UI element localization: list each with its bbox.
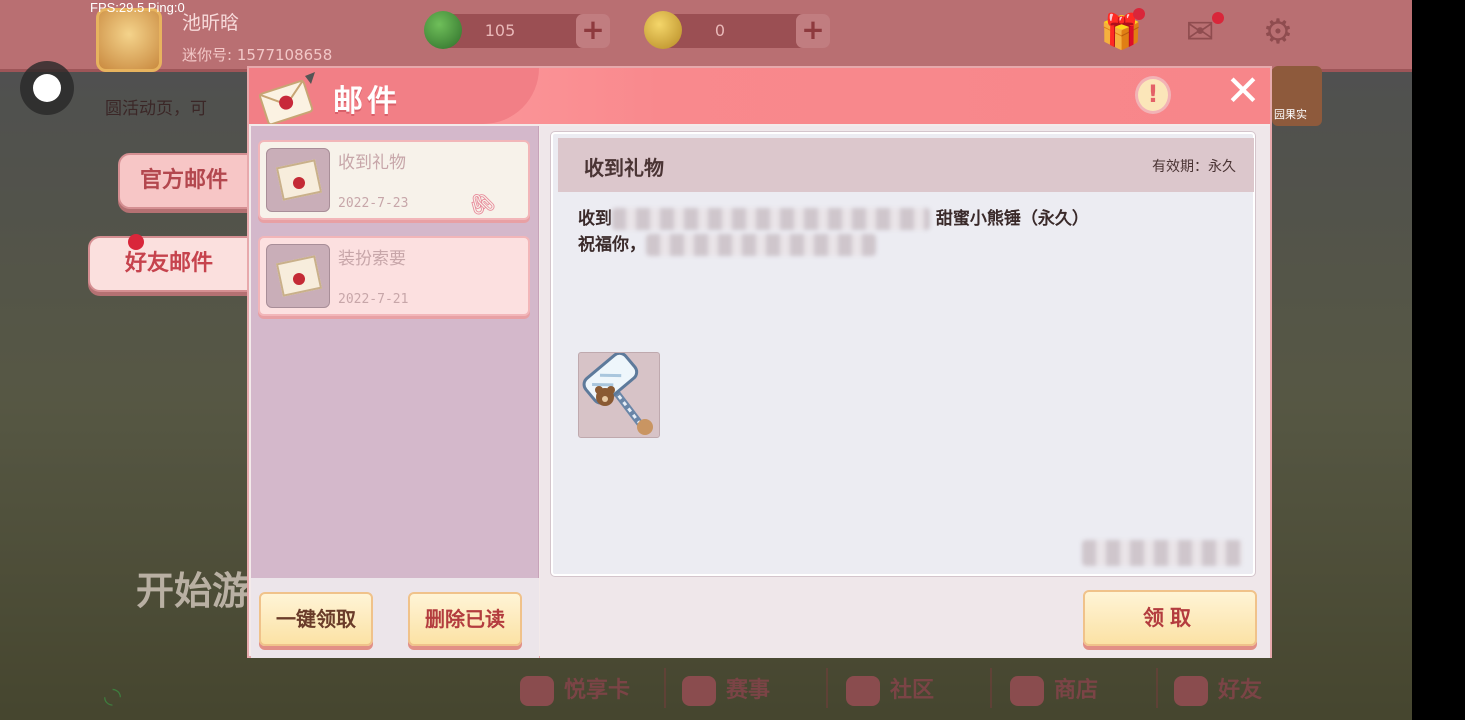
pig-icon (520, 676, 554, 706)
mail-body-line2: 祝福你， (578, 232, 1228, 258)
envelope-icon (258, 72, 315, 124)
event-banner[interactable]: 园果实 (1272, 66, 1322, 126)
bear-hammer-icon (582, 351, 653, 435)
nav-event-label: 赛事 (726, 678, 771, 703)
mail-body-prefix: 收到 (578, 209, 612, 229)
mail-date: 2022-7-21 (338, 292, 409, 307)
mail-body-line1: 收到 甜蜜小熊锤（永久） (578, 206, 1228, 232)
gear-icon[interactable]: ⚙ (1258, 12, 1298, 52)
cart-icon (1010, 676, 1044, 706)
redacted-sender (1082, 540, 1242, 566)
mail-date: 2022-7-23 (338, 196, 409, 211)
paperclip-icon: 🖇 (463, 186, 501, 223)
mail-notification-dot (1212, 12, 1224, 24)
mail-body: 收到 甜蜜小熊锤（永久） 祝福你， (578, 206, 1228, 258)
mail-detail-header: 收到礼物 有效期：永久 (558, 138, 1254, 192)
gift-notification-dot (1133, 8, 1145, 20)
redacted-text (646, 234, 876, 256)
friend-mail-notification-dot (128, 234, 144, 250)
nav-shop-label: 商店 (1054, 678, 1099, 703)
nav-card-label: 悦享卡 (564, 678, 631, 703)
mail-body-item: 甜蜜小熊锤（永久） (935, 209, 1089, 229)
screen-edge (1412, 0, 1465, 720)
info-button[interactable]: ! (1135, 76, 1171, 114)
claim-button[interactable]: 领取 (1083, 590, 1257, 646)
claim-all-button[interactable]: 一键领取 (259, 592, 373, 646)
mail-expiry: 有效期：永久 (1152, 159, 1236, 175)
mail-item[interactable]: 收到礼物 2022-7-23 🖇 (258, 140, 530, 223)
tab-official-mail[interactable]: 官方邮件 (118, 153, 250, 209)
nav-card[interactable]: 悦享卡 (520, 672, 630, 708)
player-avatar[interactable] (96, 8, 162, 72)
letter-icon (266, 148, 330, 212)
nav-event[interactable]: 赛事 (682, 672, 770, 708)
top-bar: 池昕晗 迷你号: 1577108658 105 + 0 + 🎁 ✉ ⚙ (0, 0, 1412, 72)
letter-icon (266, 244, 330, 308)
nav-friend[interactable]: 好友 (1174, 672, 1262, 708)
news-ticker: 圆活动页，可 (105, 99, 207, 119)
nav-community-label: 社区 (890, 678, 935, 703)
fps-counter: FPS:29.5 Ping:0 (90, 0, 185, 15)
nav-community[interactable]: 社区 (846, 672, 934, 708)
gem-value: 105 (484, 21, 516, 40)
close-icon[interactable]: ✕ (1223, 70, 1263, 112)
delete-read-button[interactable]: 删除已读 (408, 592, 522, 646)
nav-friend-label: 好友 (1218, 678, 1263, 703)
tab-friend-mail[interactable]: 好友邮件 (88, 236, 250, 292)
player-name: 池昕晗 (182, 12, 240, 34)
trophy-icon (682, 676, 716, 706)
add-coin-button[interactable]: + (796, 14, 830, 48)
mail-list: 收到礼物 2022-7-23 🖇 装扮索要 2022-7-21 (251, 126, 539, 578)
signal-icon: ◟◝ (104, 684, 122, 709)
mail-body-greeting: 祝福你， (578, 235, 646, 255)
redacted-text (612, 208, 930, 230)
bottom-nav: 悦享卡 赛事 社区 商店 好友 (500, 660, 1412, 720)
mail-item[interactable]: 装扮索要 2022-7-21 (258, 236, 530, 316)
record-button[interactable] (20, 61, 74, 115)
nav-shop[interactable]: 商店 (1010, 672, 1098, 708)
add-gem-button[interactable]: + (576, 14, 610, 48)
mail-subject: 装扮索要 (338, 249, 406, 269)
dialog-title: 邮件 (333, 84, 401, 119)
mail-detail-title: 收到礼物 (584, 156, 664, 180)
friend-icon (1174, 676, 1208, 706)
gem-currency: 105 + (424, 11, 610, 49)
player-id: 迷你号: 1577108658 (182, 46, 333, 64)
start-game-button[interactable]: 开始游 (136, 560, 250, 615)
reward-item-slot[interactable] (578, 351, 660, 438)
coin-value: 0 (714, 21, 726, 40)
coin-currency: 0 + (644, 11, 830, 49)
community-icon (846, 676, 880, 706)
mail-subject: 收到礼物 (338, 153, 406, 173)
event-banner-label: 园果实 (1274, 108, 1307, 121)
dialog-header: 邮件 ! ✕ (249, 68, 1270, 124)
